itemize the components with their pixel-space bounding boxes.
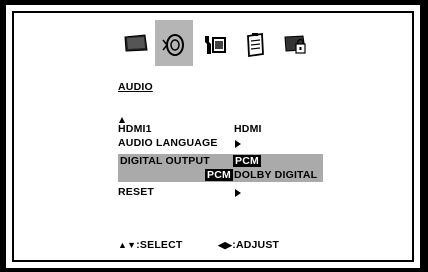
hdmi-input-value: HDMI (234, 123, 262, 135)
digital-output-label[interactable]: DIGITAL OUTPUT (120, 155, 210, 167)
adjust-hint-text: :ADJUST (232, 239, 280, 251)
chevron-right-icon[interactable] (235, 140, 241, 148)
option-dolby-digital[interactable]: DOLBY DIGITAL (234, 169, 317, 181)
clipboard-icon (247, 32, 264, 58)
tab-picture[interactable] (117, 20, 155, 66)
left-right-arrows-icon: ◀▶ (218, 240, 233, 250)
adjust-hint: ◀▶:ADJUST (218, 239, 279, 251)
reset-label[interactable]: RESET (118, 186, 154, 198)
option-pcm-label: PCM (205, 169, 233, 181)
hdmi-input-label[interactable]: HDMI1 (118, 123, 152, 135)
tab-setup[interactable] (195, 20, 233, 66)
up-down-arrows-icon: ▲▼ (118, 240, 137, 250)
digital-output-value: PCM (233, 155, 261, 167)
option-pcm[interactable]: PCM (205, 169, 233, 181)
tab-audio[interactable] (155, 20, 193, 66)
select-hint: ▲▼:SELECT (118, 239, 183, 251)
chevron-right-icon[interactable] (235, 189, 241, 197)
audio-language-label[interactable]: AUDIO LANGUAGE (118, 137, 218, 149)
tab-lock[interactable] (277, 20, 315, 66)
monitor-icon (124, 34, 148, 52)
setup-icon (205, 36, 226, 54)
audio-icon (162, 34, 184, 56)
select-hint-text: :SELECT (136, 239, 183, 251)
digital-output-current: PCM (233, 155, 261, 167)
tab-options[interactable] (236, 20, 274, 66)
lock-icon (284, 35, 306, 54)
section-title: AUDIO (118, 81, 153, 93)
